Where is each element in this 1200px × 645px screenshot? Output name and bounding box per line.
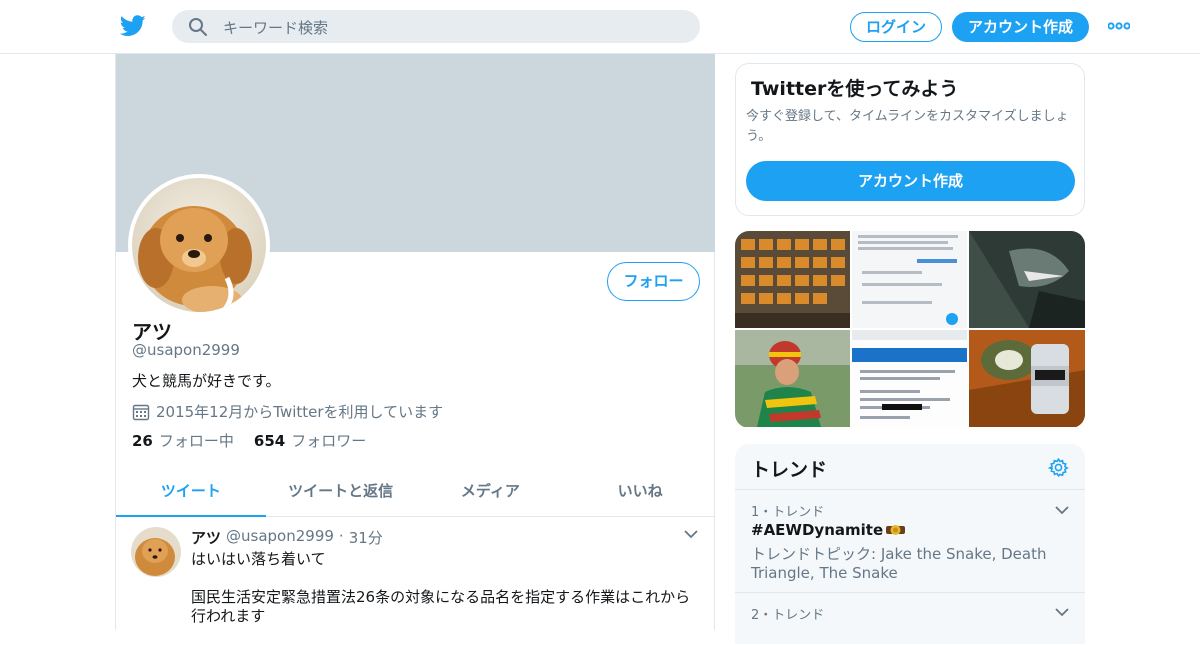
profile-joined: 2015年12月からTwitterを利用しています xyxy=(132,401,443,422)
trend-name: #AEWDynamite xyxy=(751,521,884,539)
tab-likes[interactable]: いいね xyxy=(565,468,715,516)
tweet-text: はいはい落ち着いて 国民生活安定緊急措置法26条の対象になる品名を指定する作業は… xyxy=(191,550,701,645)
trend-item[interactable]: 2・トレンド xyxy=(735,593,1085,644)
joined-text: 2015年12月からTwitterを利用しています xyxy=(156,403,444,421)
profile-column: フォロー アツ @usapon2999 犬と競馬が好きです。 2015年12月か… xyxy=(115,54,715,630)
calendar-icon xyxy=(132,404,150,420)
follow-button[interactable]: フォロー xyxy=(607,262,700,301)
trend-rank: 1・トレンド xyxy=(751,505,825,520)
tweet-separator: · xyxy=(338,527,344,545)
tweet-avatar[interactable] xyxy=(131,527,181,577)
login-button[interactable]: ログイン xyxy=(850,12,942,42)
signup-card: Twitterを使ってみよう 今すぐ登録して、タイムラインをカスタマイズしましょ… xyxy=(735,63,1085,216)
search-icon xyxy=(189,18,207,36)
tweet-line-2: 国民生活安定緊急措置法26条の対象になる品名を指定する作業はこれから行われます xyxy=(191,588,691,625)
trends-heading: トレンド xyxy=(751,459,828,481)
trend-name-row: #AEWDynamite xyxy=(751,521,906,539)
signup-card-description: 今すぐ登録して、タイムラインをカスタマイズしましょう。 xyxy=(746,109,1069,144)
chevron-down-icon[interactable] xyxy=(1055,607,1069,617)
trend-rank: 2・トレンド xyxy=(751,608,825,623)
profile-tabs: ツイート ツイートと返信 メディア いいね xyxy=(116,468,715,517)
chevron-down-icon[interactable] xyxy=(1055,505,1069,515)
followers-count: 654 xyxy=(253,432,286,450)
tweet-author-handle[interactable]: @usapon2999 xyxy=(226,527,334,548)
tweet-line-1: はいはい落ち着いて xyxy=(191,550,326,568)
trend-description: トレンドトピック: Jake the Snake, Death Triangle… xyxy=(751,545,1047,582)
signup-button[interactable]: アカウント作成 xyxy=(952,12,1089,42)
profile-bio: 犬と競馬が好きです。 xyxy=(132,372,281,390)
search-input[interactable]: キーワード検索 xyxy=(223,17,328,38)
media-thumbnail[interactable] xyxy=(852,231,967,328)
media-gallery xyxy=(735,231,1085,428)
followers-label: フォロワー xyxy=(291,432,367,450)
tab-tweets-replies[interactable]: ツイートと返信 xyxy=(266,468,416,516)
following-count: 26 xyxy=(132,432,153,450)
profile-stats: 26 フォロー中 654 フォロワー xyxy=(132,430,366,451)
tweet-author-name[interactable]: アツ xyxy=(191,527,221,548)
signup-card-title: Twitterを使ってみよう xyxy=(751,78,959,100)
media-thumbnail[interactable] xyxy=(969,231,1085,328)
signup-card-button[interactable]: アカウント作成 xyxy=(746,161,1075,201)
tweet-timestamp[interactable]: 31分 xyxy=(349,527,383,548)
tab-media[interactable]: メディア xyxy=(416,468,566,516)
search-box[interactable]: キーワード検索 xyxy=(172,10,700,43)
media-thumbnail[interactable] xyxy=(735,231,850,328)
twitter-bird-icon[interactable] xyxy=(120,14,146,38)
trends-panel: トレンド 1・トレンド #AEWDynamite トレンドトピック: Jake … xyxy=(735,444,1085,644)
tweet-item[interactable]: アツ @usapon2999 · 31分 はいはい落ち着いて 国民生活安定緊急措… xyxy=(116,517,715,637)
belt-emoji-icon xyxy=(886,525,906,535)
media-thumbnail[interactable] xyxy=(735,330,850,427)
tweet-header: アツ @usapon2999 · 31分 xyxy=(191,527,383,548)
puppy-photo xyxy=(132,178,266,312)
profile-avatar[interactable] xyxy=(128,174,270,316)
following-label: フォロー中 xyxy=(158,432,234,450)
media-thumbnail[interactable] xyxy=(852,330,967,427)
gear-icon[interactable] xyxy=(1048,457,1069,478)
puppy-thumbnail xyxy=(131,527,181,577)
tab-tweets[interactable]: ツイート xyxy=(116,468,266,517)
trend-item[interactable]: 1・トレンド #AEWDynamite トレンドトピック: Jake the S… xyxy=(735,490,1085,592)
media-thumbnail[interactable] xyxy=(969,330,1085,427)
profile-handle: @usapon2999 xyxy=(132,341,240,359)
more-options-icon[interactable] xyxy=(1108,20,1130,32)
chevron-down-icon[interactable] xyxy=(684,529,698,539)
followers-stat[interactable]: 654 フォロワー xyxy=(254,430,366,451)
following-stat[interactable]: 26 フォロー中 xyxy=(132,430,234,451)
top-bar: キーワード検索 ログイン アカウント作成 xyxy=(0,0,1200,54)
